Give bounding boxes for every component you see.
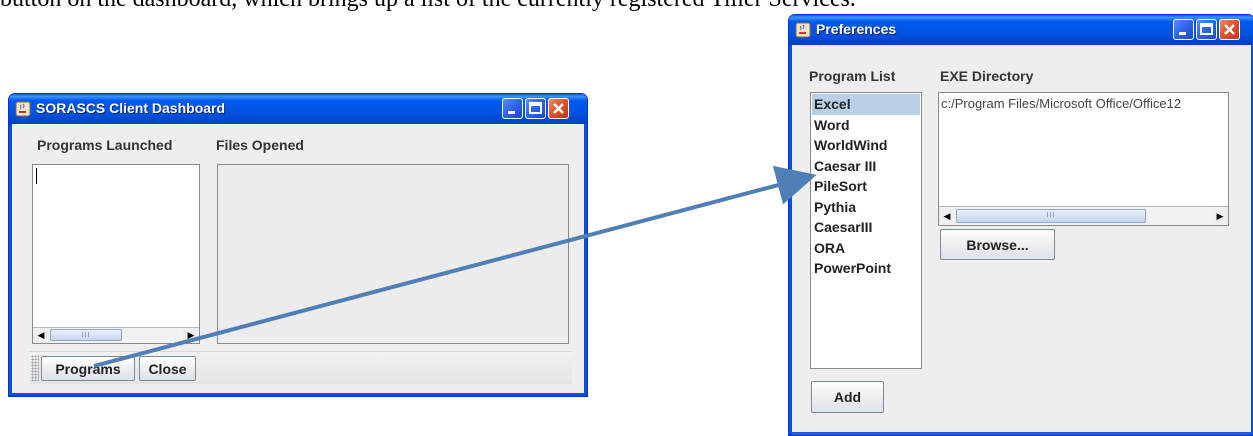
toolbar-grip[interactable]	[31, 355, 39, 381]
exe-directory-field[interactable]: c:/Program Files/Microsoft Office/Office…	[938, 92, 1229, 226]
exe-path-text: c:/Program Files/Microsoft Office/Office…	[941, 96, 1182, 111]
program-list-item[interactable]: Word	[812, 115, 920, 136]
preferences-window: Preferences Program List EXE Directory E…	[788, 14, 1253, 436]
close-icon	[553, 103, 564, 114]
files-opened-label: Files Opened	[216, 137, 304, 153]
document-caption: button on the dashboard, which brings up…	[0, 0, 1253, 13]
horizontal-scrollbar[interactable]: ◀ III ▶	[939, 206, 1228, 225]
program-list-item[interactable]: Excel	[812, 94, 920, 115]
browse-button[interactable]: Browse...	[940, 229, 1055, 260]
maximize-button[interactable]	[525, 98, 546, 119]
programs-launched-list[interactable]: ◀ III ▶	[32, 164, 200, 344]
program-list-item[interactable]: Pythia	[812, 197, 920, 218]
scroll-right-icon[interactable]: ▶	[183, 328, 199, 343]
java-cup-icon	[15, 101, 31, 117]
program-list-item[interactable]: WorldWind	[812, 135, 920, 156]
scroll-right-icon[interactable]: ▶	[1212, 207, 1228, 225]
scroll-left-icon[interactable]: ◀	[939, 207, 955, 225]
program-list[interactable]: Excel Word WorldWind Caesar III PileSort Pyth…	[810, 92, 922, 369]
minimize-icon	[1179, 32, 1186, 35]
close-window-button[interactable]	[548, 98, 569, 119]
bottom-toolbar: Programs Close	[29, 351, 572, 384]
program-list-item[interactable]: PileSort	[812, 176, 920, 197]
scroll-thumb[interactable]: III	[956, 209, 1146, 223]
dashboard-window: SORASCS Client Dashboard Programs Launch…	[8, 93, 588, 397]
program-list-items: Excel Word WorldWind Caesar III PileSort Pyth…	[812, 94, 920, 279]
add-button[interactable]: Add	[811, 381, 884, 413]
programs-button[interactable]: Programs	[41, 356, 135, 381]
preferences-titlebar[interactable]: Preferences	[789, 15, 1253, 45]
scroll-left-icon[interactable]: ◀	[33, 328, 49, 343]
dashboard-title: SORASCS Client Dashboard	[36, 100, 226, 116]
java-cup-icon	[795, 22, 811, 38]
program-list-label: Program List	[809, 68, 896, 84]
close-icon	[1224, 24, 1235, 35]
preferences-title: Preferences	[816, 21, 897, 37]
horizontal-scrollbar[interactable]: ◀ III ▶	[33, 327, 199, 343]
maximize-button[interactable]	[1196, 19, 1217, 40]
minimize-button[interactable]	[502, 98, 523, 119]
close-button[interactable]: Close	[139, 356, 196, 381]
text-caret	[36, 168, 37, 184]
program-list-item[interactable]: CaesarIII	[812, 217, 920, 238]
program-list-item[interactable]: Caesar III	[812, 156, 920, 177]
program-list-item[interactable]: ORA	[812, 238, 920, 259]
maximize-icon	[529, 102, 542, 114]
minimize-icon	[508, 111, 515, 114]
minimize-button[interactable]	[1173, 19, 1194, 40]
close-window-button[interactable]	[1219, 19, 1240, 40]
dashboard-titlebar[interactable]: SORASCS Client Dashboard	[9, 94, 587, 124]
programs-launched-label: Programs Launched	[37, 137, 173, 153]
exe-directory-label: EXE Directory	[940, 68, 1034, 84]
maximize-icon	[1200, 23, 1213, 35]
scroll-thumb[interactable]: III	[50, 329, 122, 341]
files-opened-panel	[217, 164, 569, 344]
program-list-item[interactable]: PowerPoint	[812, 258, 920, 279]
